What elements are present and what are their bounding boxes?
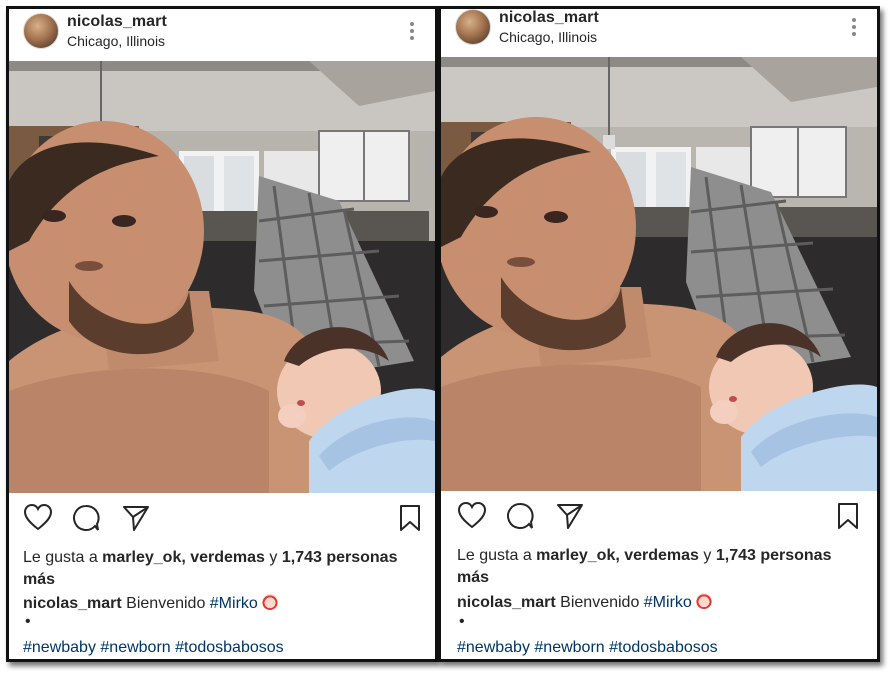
more-options-icon[interactable] bbox=[409, 21, 415, 41]
post-card-left: nicolas_mart Chicago, Illinois Le gusta … bbox=[6, 6, 438, 662]
comment-icon[interactable] bbox=[71, 503, 101, 533]
caption-hashtag[interactable]: #Mirko bbox=[210, 595, 258, 612]
send-icon[interactable] bbox=[555, 501, 585, 531]
likes-count[interactable]: 1,743 personas bbox=[282, 549, 398, 566]
caption-username[interactable]: nicolas_mart bbox=[23, 595, 122, 612]
comparison-canvas: nicolas_mart Chicago, Illinois Le gusta … bbox=[0, 0, 890, 675]
heart-icon[interactable] bbox=[23, 503, 53, 533]
post-card-right: nicolas_mart Chicago, Illinois Le gusta … bbox=[438, 6, 880, 662]
post-actions bbox=[441, 501, 877, 535]
liked-by-users[interactable]: marley_ok, verdemas bbox=[102, 549, 265, 566]
post-username[interactable]: nicolas_mart bbox=[67, 13, 167, 31]
likes-connector: y bbox=[264, 549, 282, 566]
likes-prefix: Le gusta a bbox=[457, 547, 537, 564]
likes-prefix: Le gusta a bbox=[23, 549, 103, 566]
likes-connector: y bbox=[698, 547, 716, 564]
caption-username[interactable]: nicolas_mart bbox=[457, 594, 556, 611]
avatar[interactable] bbox=[455, 9, 491, 45]
post-location[interactable]: Chicago, Illinois bbox=[499, 29, 597, 45]
post-hashtags[interactable]: #newbaby #newborn #todosbabosos bbox=[23, 639, 284, 657]
likes-suffix: más bbox=[23, 571, 56, 588]
photo-illustration bbox=[9, 61, 435, 493]
bookmark-icon[interactable] bbox=[395, 503, 425, 533]
more-options-icon[interactable] bbox=[851, 17, 857, 37]
avatar[interactable] bbox=[23, 13, 59, 49]
liked-by-users[interactable]: marley_ok, verdemas bbox=[536, 547, 699, 564]
likes-summary[interactable]: Le gusta a marley_ok, verdemas y 1,743 p… bbox=[457, 545, 857, 589]
post-header: nicolas_mart Chicago, Illinois bbox=[9, 9, 435, 61]
caption-bullet: • bbox=[459, 613, 465, 630]
post-photo[interactable] bbox=[441, 57, 877, 491]
post-location[interactable]: Chicago, Illinois bbox=[67, 33, 165, 49]
likes-suffix: más bbox=[457, 569, 490, 586]
photo-illustration bbox=[441, 57, 877, 491]
bookmark-icon[interactable] bbox=[833, 501, 863, 531]
comment-icon[interactable] bbox=[505, 501, 535, 531]
likes-summary[interactable]: Le gusta a marley_ok, verdemas y 1,743 p… bbox=[23, 547, 403, 591]
post-photo[interactable] bbox=[9, 61, 435, 493]
likes-count[interactable]: 1,743 personas bbox=[716, 547, 832, 564]
post-caption: nicolas_mart Bienvenido #Mirko bbox=[23, 594, 278, 613]
caption-bullet: • bbox=[25, 613, 31, 630]
baby-emoji-icon bbox=[261, 594, 278, 610]
send-icon[interactable] bbox=[121, 503, 151, 533]
post-username[interactable]: nicolas_mart bbox=[499, 9, 599, 27]
post-caption: nicolas_mart Bienvenido #Mirko bbox=[457, 593, 712, 612]
heart-icon[interactable] bbox=[457, 501, 487, 531]
post-header: nicolas_mart Chicago, Illinois bbox=[441, 9, 877, 61]
post-hashtags[interactable]: #newbaby #newborn #todosbabosos bbox=[457, 639, 718, 657]
caption-hashtag[interactable]: #Mirko bbox=[644, 594, 692, 611]
caption-text: Bienvenido bbox=[121, 595, 210, 612]
caption-text: Bienvenido bbox=[555, 594, 644, 611]
baby-emoji-icon bbox=[695, 593, 712, 609]
post-actions bbox=[9, 503, 435, 537]
